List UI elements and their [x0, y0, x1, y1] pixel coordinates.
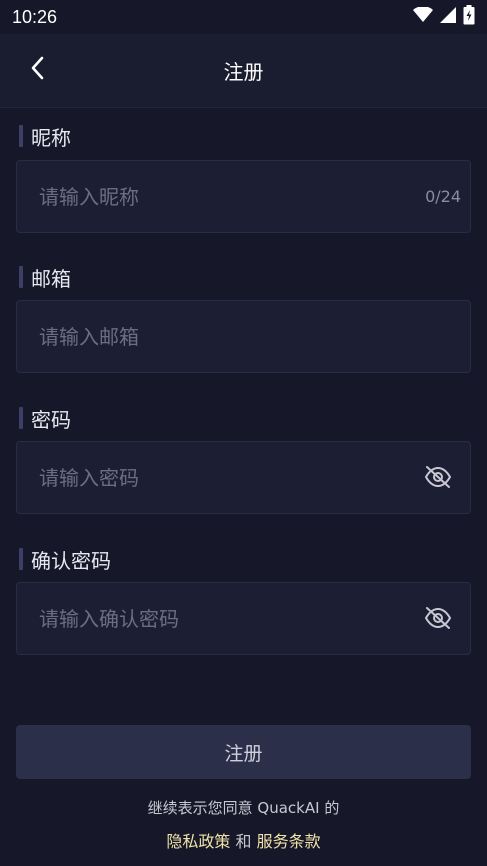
- status-bar: 10:26: [0, 0, 487, 34]
- email-label: 邮箱: [19, 265, 71, 291]
- email-input[interactable]: [17, 301, 470, 372]
- password-input[interactable]: [17, 442, 470, 513]
- agreement-links: 隐私政策 和 服务条款: [0, 828, 487, 852]
- confirm-password-label: 确认密码: [19, 547, 111, 573]
- label-accent-bar: [19, 266, 23, 288]
- email-label-text: 邮箱: [31, 266, 71, 291]
- page-title: 注册: [223, 60, 264, 84]
- nickname-label: 昵称: [19, 124, 71, 150]
- label-accent-bar: [19, 548, 23, 570]
- label-accent-bar: [19, 125, 23, 147]
- label-accent-bar: [19, 407, 23, 429]
- eye-off-icon: [424, 607, 452, 633]
- password-label: 密码: [19, 406, 71, 432]
- status-time: 10:26: [12, 6, 58, 27]
- register-button[interactable]: 注册: [16, 725, 471, 779]
- wifi-icon: [413, 6, 433, 27]
- status-icons: [413, 5, 475, 29]
- nickname-char-counter: 0/24: [425, 187, 461, 206]
- eye-off-icon: [424, 466, 452, 492]
- password-visibility-toggle[interactable]: [424, 465, 452, 493]
- nickname-label-text: 昵称: [31, 125, 71, 150]
- battery-charging-icon: [463, 5, 475, 29]
- nickname-field: 0/24: [16, 160, 471, 233]
- header: 注册: [0, 34, 487, 108]
- privacy-policy-link[interactable]: 隐私政策: [166, 832, 230, 851]
- nickname-input[interactable]: [17, 161, 470, 232]
- agreement-conjunction: 和: [230, 832, 257, 851]
- confirm-password-visibility-toggle[interactable]: [424, 606, 452, 634]
- password-label-text: 密码: [31, 407, 71, 432]
- agreement-text: 继续表示您同意 QuackAI 的: [147, 799, 340, 817]
- signal-icon: [439, 6, 457, 28]
- confirm-password-label-text: 确认密码: [31, 548, 111, 573]
- password-field: [16, 441, 471, 514]
- confirm-password-field: [16, 582, 471, 655]
- terms-of-service-link[interactable]: 服务条款: [257, 832, 321, 851]
- confirm-password-input[interactable]: [17, 583, 470, 654]
- email-field: [16, 300, 471, 373]
